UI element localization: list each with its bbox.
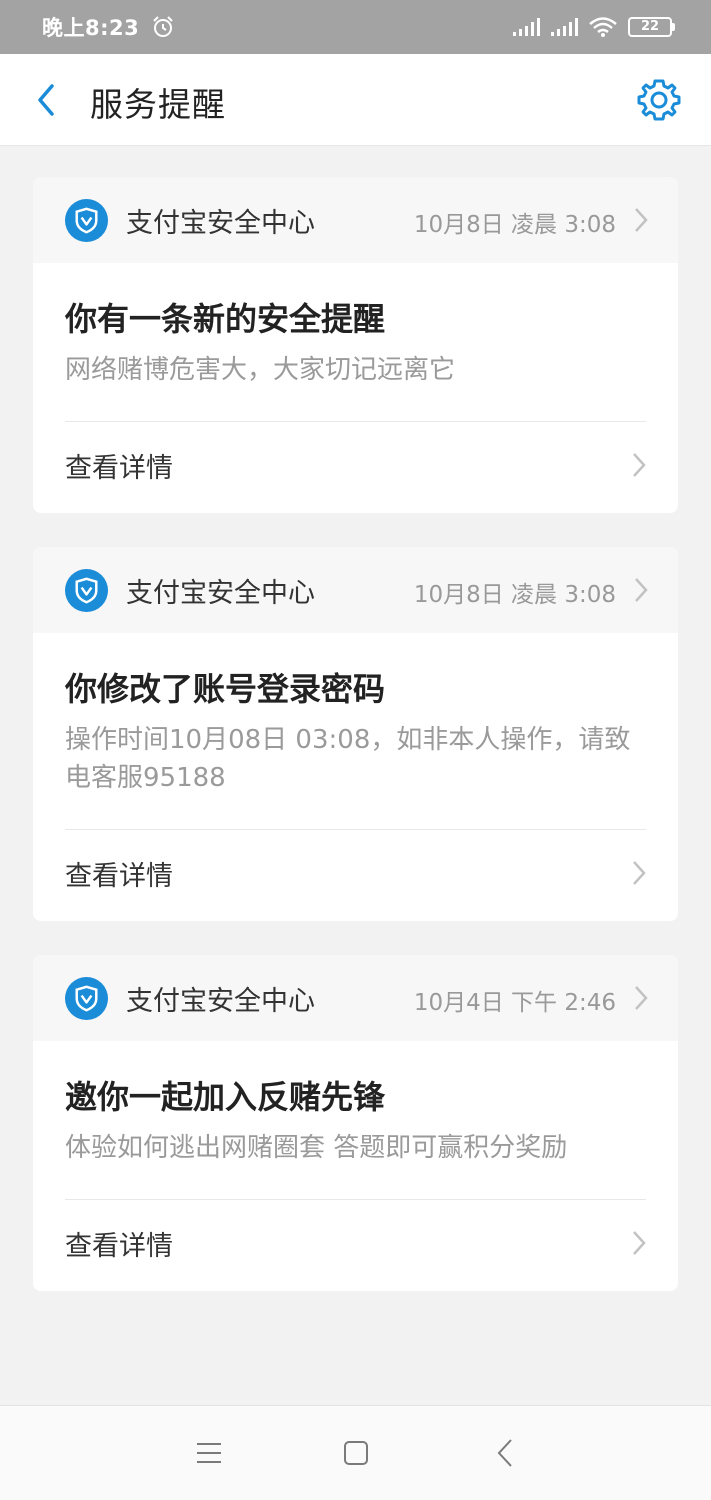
back-chevron-icon[interactable] — [30, 80, 66, 120]
chevron-right-icon — [635, 578, 648, 602]
menu-icon[interactable] — [196, 1442, 222, 1464]
card-header[interactable]: 支付宝安全中心 10月8日 凌晨 3:08 — [33, 177, 678, 263]
status-time: 晚上8:23 — [42, 16, 140, 40]
shield-icon — [65, 976, 108, 1020]
back-icon[interactable] — [496, 1438, 514, 1468]
signal-icon — [513, 18, 540, 36]
view-details-button[interactable]: 查看详情 — [65, 1200, 646, 1286]
view-details-button[interactable]: 查看详情 — [65, 422, 646, 508]
gear-icon[interactable] — [637, 78, 681, 122]
page-title: 服务提醒 — [90, 85, 226, 124]
chevron-right-icon — [633, 861, 646, 885]
shield-icon — [65, 568, 108, 612]
sender-name: 支付宝安全中心 — [126, 985, 315, 1017]
chevron-right-icon — [635, 986, 648, 1010]
sender-name: 支付宝安全中心 — [126, 207, 315, 239]
chevron-right-icon — [635, 208, 648, 232]
message-card[interactable]: 支付宝安全中心 10月8日 凌晨 3:08 你修改了账号登录密码 操作时间10月… — [33, 547, 678, 921]
chevron-right-icon — [633, 453, 646, 477]
message-card[interactable]: 支付宝安全中心 10月8日 凌晨 3:08 你有一条新的安全提醒 网络赌博危害大… — [33, 177, 678, 513]
status-bar: 晚上8:23 22 — [0, 0, 711, 54]
message-title: 邀你一起加入反赌先锋 — [65, 1078, 386, 1116]
message-title: 你有一条新的安全提醒 — [65, 300, 386, 338]
message-description: 网络赌博危害大，大家切记远离它 — [65, 355, 456, 385]
wifi-icon — [589, 17, 617, 37]
signal-icon — [551, 18, 578, 36]
message-time: 10月4日 下午 2:46 — [413, 990, 616, 1016]
view-details-label: 查看详情 — [65, 860, 173, 892]
message-time: 10月8日 凌晨 3:08 — [413, 582, 616, 608]
card-header[interactable]: 支付宝安全中心 10月8日 凌晨 3:08 — [33, 547, 678, 633]
system-nav-bar — [0, 1405, 711, 1500]
alarm-icon — [153, 16, 173, 37]
chevron-right-icon — [633, 1231, 646, 1255]
shield-icon — [65, 198, 108, 242]
card-header[interactable]: 支付宝安全中心 10月4日 下午 2:46 — [33, 955, 678, 1041]
battery-level: 22 — [628, 17, 672, 37]
sender-name: 支付宝安全中心 — [126, 577, 315, 609]
battery-icon: 22 — [628, 17, 675, 37]
message-card[interactable]: 支付宝安全中心 10月4日 下午 2:46 邀你一起加入反赌先锋 体验如何逃出网… — [33, 955, 678, 1291]
view-details-label: 查看详情 — [65, 452, 173, 484]
home-icon[interactable] — [343, 1440, 369, 1466]
message-description: 操作时间10月08日 03:08，如非本人操作，请致电客服95188 — [65, 725, 631, 793]
view-details-label: 查看详情 — [65, 1230, 173, 1262]
app-header: 服务提醒 — [0, 54, 711, 146]
message-description: 体验如何逃出网赌圈套 答题即可赢积分奖励 — [65, 1133, 568, 1163]
view-details-button[interactable]: 查看详情 — [65, 830, 646, 916]
message-title: 你修改了账号登录密码 — [65, 670, 386, 708]
message-time: 10月8日 凌晨 3:08 — [413, 212, 616, 238]
